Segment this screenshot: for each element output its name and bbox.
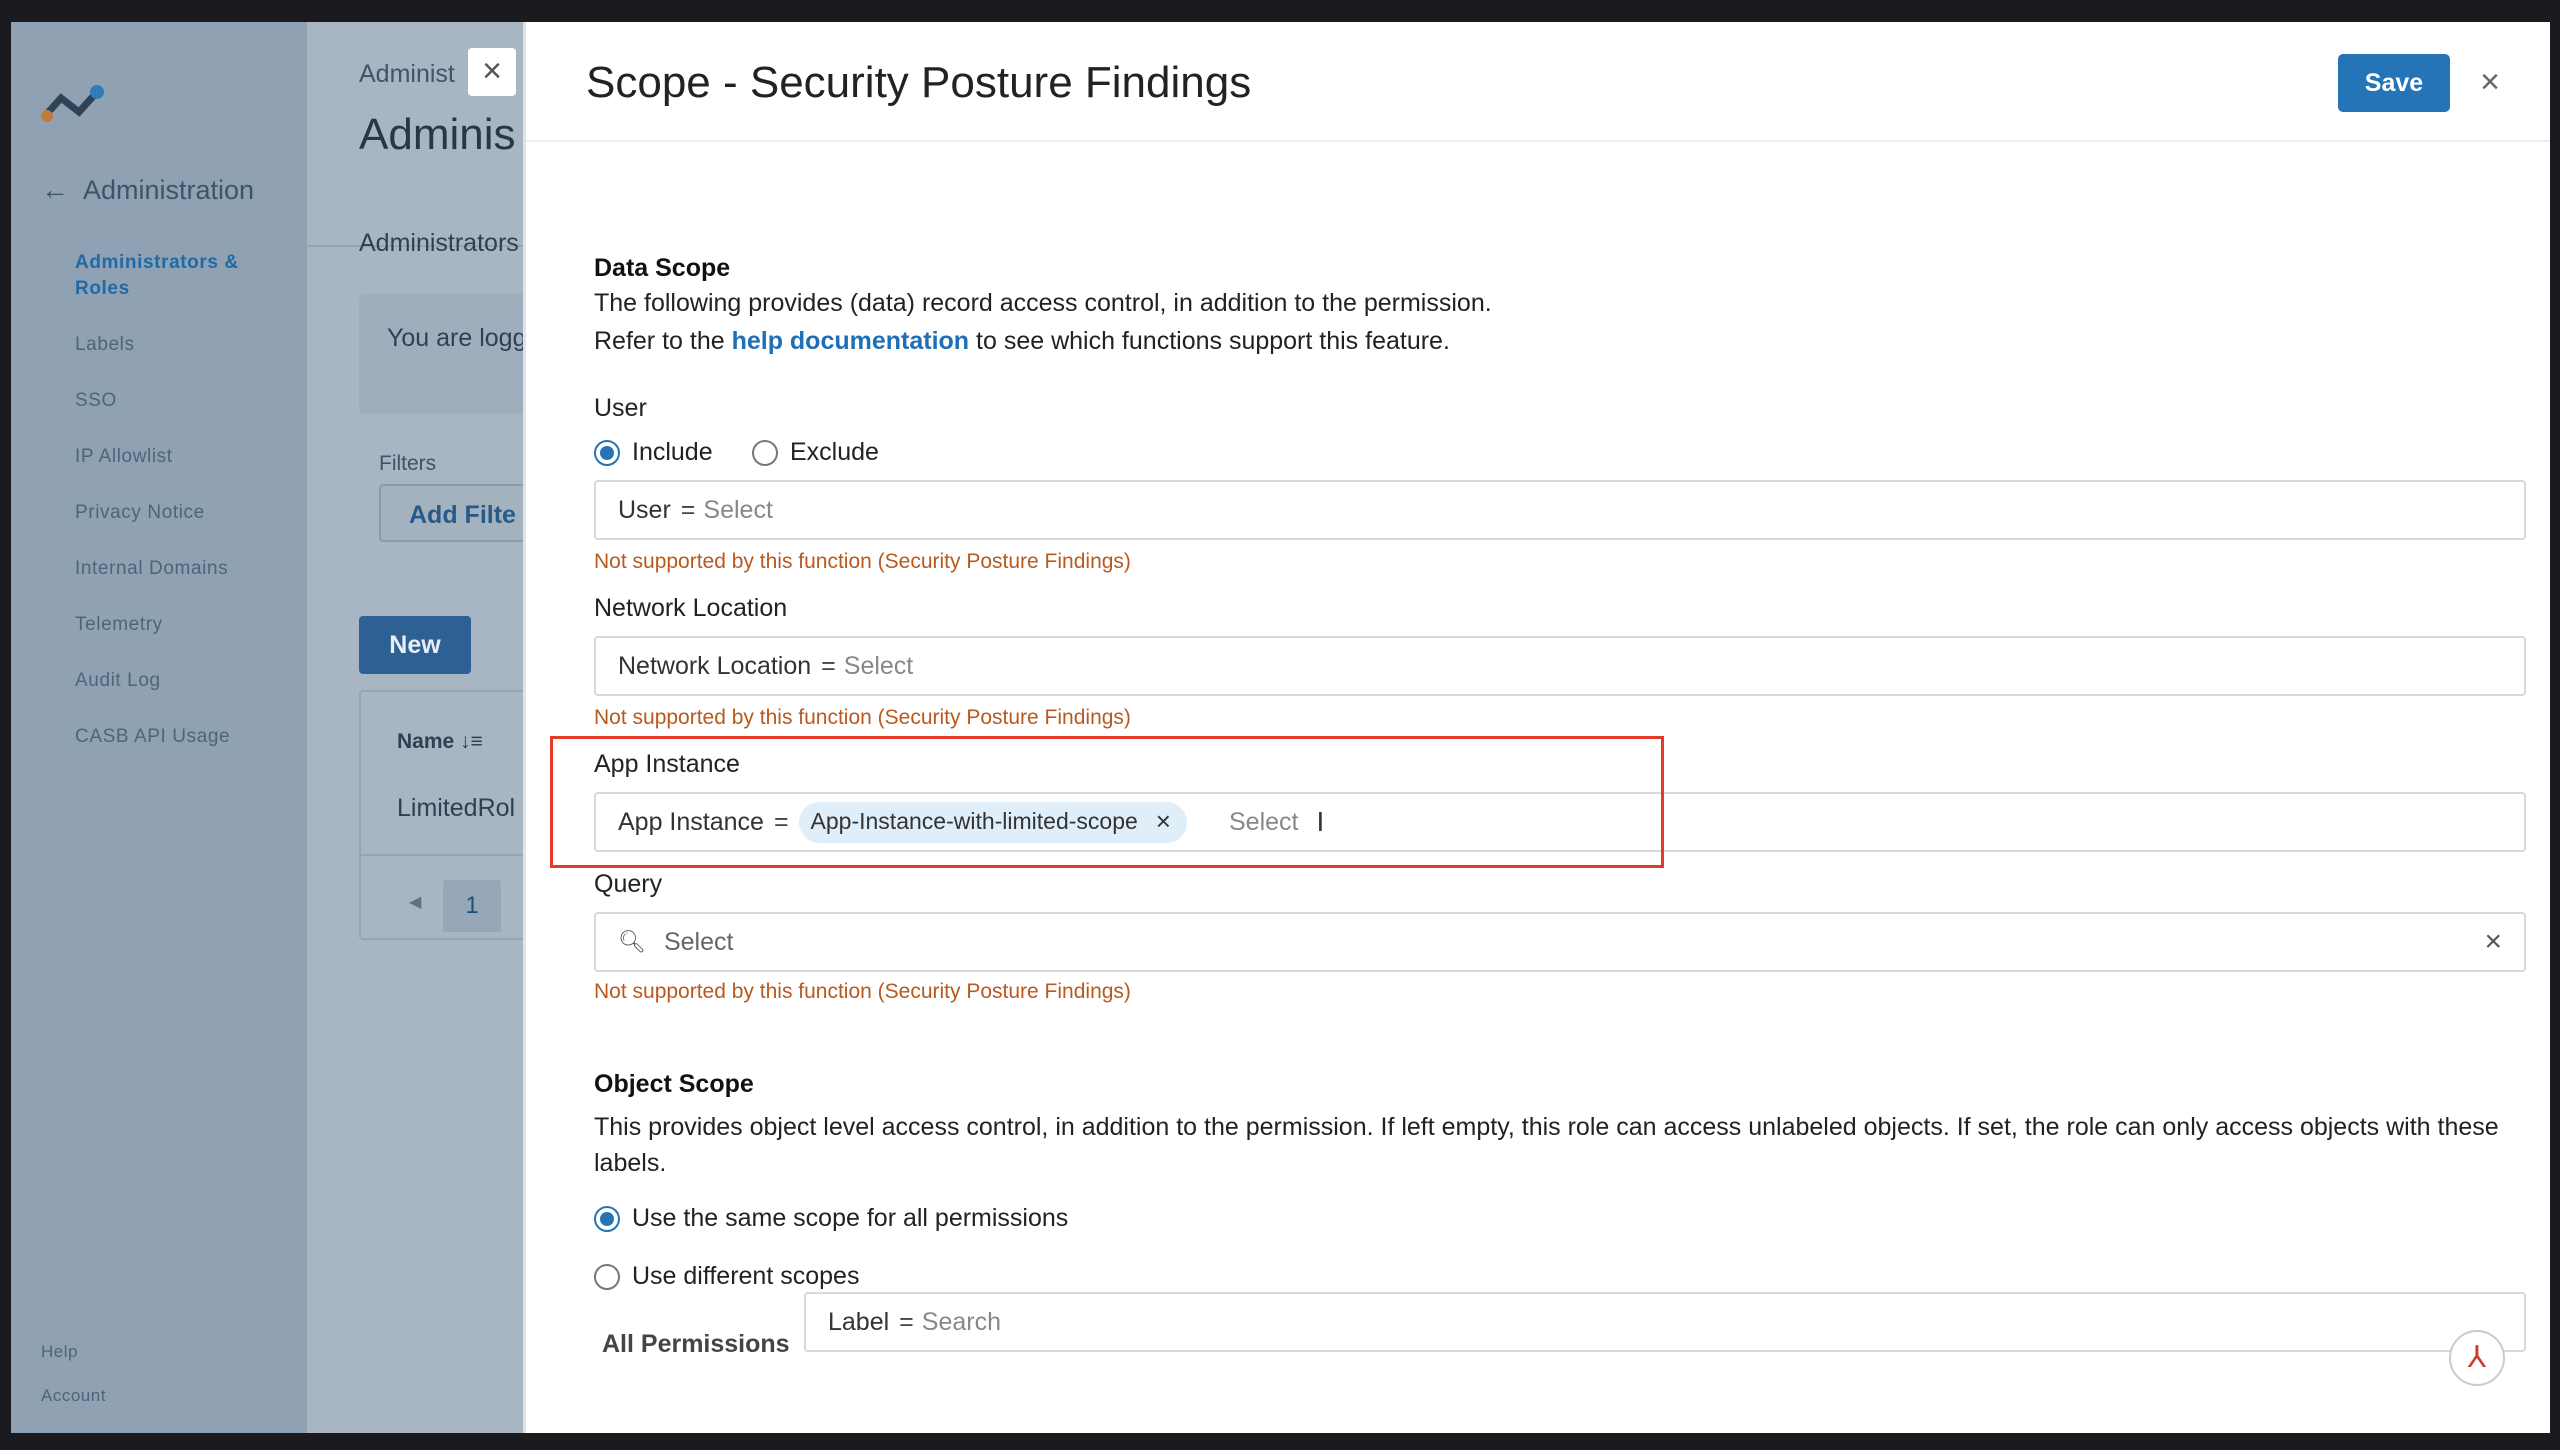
query-field[interactable]: 🔍︎ Select × (594, 912, 2526, 972)
back-to-administration[interactable]: ← Administration (41, 174, 254, 206)
user-exclude-radio[interactable]: Exclude (752, 438, 879, 467)
new-button[interactable]: New (359, 616, 471, 674)
app-instance-field[interactable]: App Instance = App-Instance-with-limited… (594, 792, 2526, 852)
user-field-key: User (618, 495, 671, 524)
label-field-operator: = (899, 1307, 914, 1336)
label-search-field[interactable]: Label = Search (804, 1292, 2526, 1352)
network-location-warning: Not supported by this function (Security… (594, 706, 1131, 729)
app-instance-field-operator: = (773, 807, 789, 836)
app-sidebar: ← Administration Administrators & Roles … (11, 22, 307, 1433)
sidebar-item-internal-domains[interactable]: Internal Domains (75, 556, 295, 582)
network-location-field[interactable]: Network Location = Select (594, 636, 2526, 696)
data-scope-description: The following provides (data) record acc… (594, 289, 1492, 317)
query-warning: Not supported by this function (Security… (594, 980, 1131, 1003)
data-scope-heading: Data Scope (594, 254, 731, 282)
sidebar-item-telemetry[interactable]: Telemetry (75, 612, 295, 638)
network-field-operator: = (821, 651, 836, 680)
modal-header: Scope - Security Posture Findings Save × (526, 22, 2550, 142)
sidebar-menu: Administrators & Roles Labels SSO IP All… (75, 250, 295, 780)
pdf-icon[interactable]: ⅄ (2449, 1330, 2505, 1386)
column-header-label: Name (397, 730, 455, 753)
query-label: Query (594, 870, 663, 898)
sidebar-item-ip-allowlist[interactable]: IP Allowlist (75, 444, 295, 470)
column-header-name[interactable]: Name ↓≡ (397, 730, 483, 754)
close-icon[interactable]: × (2470, 62, 2510, 102)
include-label: Include (632, 438, 713, 466)
help-line-post: to see which functions support this feat… (969, 327, 1450, 355)
sort-icon[interactable]: ↓≡ (460, 730, 483, 753)
network-select-placeholder[interactable]: Select (844, 652, 913, 681)
help-documentation-link[interactable]: help documentation (732, 327, 970, 355)
sidebar-item-audit-log[interactable]: Audit Log (75, 668, 295, 694)
query-select-placeholder[interactable]: Select (664, 928, 733, 957)
clear-icon[interactable]: × (2484, 925, 2502, 959)
app-instance-chip: App-Instance-with-limited-scope × (798, 801, 1187, 843)
label-field-key: Label (828, 1307, 890, 1336)
filters-label: Filters (379, 452, 437, 475)
different-scopes-radio[interactable]: Use different scopes (594, 1262, 859, 1291)
background-close-button[interactable]: × (468, 48, 516, 96)
app-instance-select-placeholder[interactable]: Select (1229, 808, 1298, 837)
radio-unselected-icon[interactable] (752, 439, 778, 466)
different-scopes-label: Use different scopes (632, 1262, 860, 1290)
app-instance-field-key: App Instance (618, 807, 764, 836)
sidebar-item-sso[interactable]: SSO (75, 388, 295, 414)
modal-title: Scope - Security Posture Findings (586, 58, 1252, 107)
sidebar-help[interactable]: Help (41, 1342, 78, 1362)
user-include-radio[interactable]: Include (594, 438, 713, 467)
label-search-placeholder[interactable]: Search (922, 1308, 1001, 1337)
pager-prev-icon[interactable]: ◀ (409, 892, 421, 912)
user-field-operator: = (680, 495, 696, 524)
object-scope-description-cont: labels. (594, 1149, 667, 1177)
pager-page-current[interactable]: 1 (443, 880, 501, 932)
tab-administrators[interactable]: Administrators (359, 229, 519, 258)
object-scope-heading: Object Scope (594, 1070, 754, 1098)
radio-selected-icon[interactable] (594, 439, 620, 466)
exclude-label: Exclude (790, 438, 879, 466)
text-cursor-icon: I (1316, 806, 1325, 837)
table-row[interactable]: LimitedRol (397, 794, 515, 823)
all-permissions-label: All Permissions (602, 1330, 790, 1358)
page-title: Adminis (359, 110, 516, 159)
user-label: User (594, 394, 647, 422)
sidebar-account[interactable]: Account (41, 1386, 106, 1406)
user-warning: Not supported by this function (Security… (594, 550, 1131, 573)
search-icon: 🔍︎ (618, 929, 646, 954)
app-instance-label: App Instance (594, 750, 740, 778)
sidebar-item-casb-api-usage[interactable]: CASB API Usage (75, 724, 295, 750)
help-line-pre: Refer to the (594, 327, 732, 355)
logged-in-text: You are logg (387, 324, 527, 352)
back-arrow-icon: ← (41, 174, 69, 205)
radio-unselected-icon[interactable] (594, 1263, 620, 1290)
network-location-label: Network Location (594, 594, 788, 622)
object-scope-description: This provides object level access contro… (594, 1113, 2499, 1141)
sidebar-item-privacy-notice[interactable]: Privacy Notice (75, 500, 295, 526)
network-field-key: Network Location (618, 651, 812, 680)
breadcrumb[interactable]: Administ (359, 60, 455, 89)
app-instance-chip-label: App-Instance-with-limited-scope (810, 807, 1138, 834)
same-scope-radio[interactable]: Use the same scope for all permissions (594, 1204, 1068, 1233)
scope-modal: Scope - Security Posture Findings Save ×… (523, 22, 2550, 1433)
user-field[interactable]: User = Select (594, 480, 2526, 540)
sidebar-item-administrators-roles[interactable]: Administrators & Roles (75, 250, 255, 302)
app-logo-icon (41, 85, 104, 122)
chip-remove-icon[interactable]: × (1156, 806, 1171, 837)
sidebar-item-labels[interactable]: Labels (75, 332, 295, 358)
user-select-placeholder[interactable]: Select (703, 496, 772, 525)
radio-selected-icon[interactable] (594, 1205, 620, 1232)
same-scope-label: Use the same scope for all permissions (632, 1204, 1069, 1232)
data-scope-help-line: Refer to the help documentation to see w… (594, 322, 1450, 360)
screen-frame: ← Administration Administrators & Roles … (11, 22, 2550, 1433)
back-label: Administration (83, 174, 255, 205)
save-button[interactable]: Save (2338, 54, 2450, 112)
